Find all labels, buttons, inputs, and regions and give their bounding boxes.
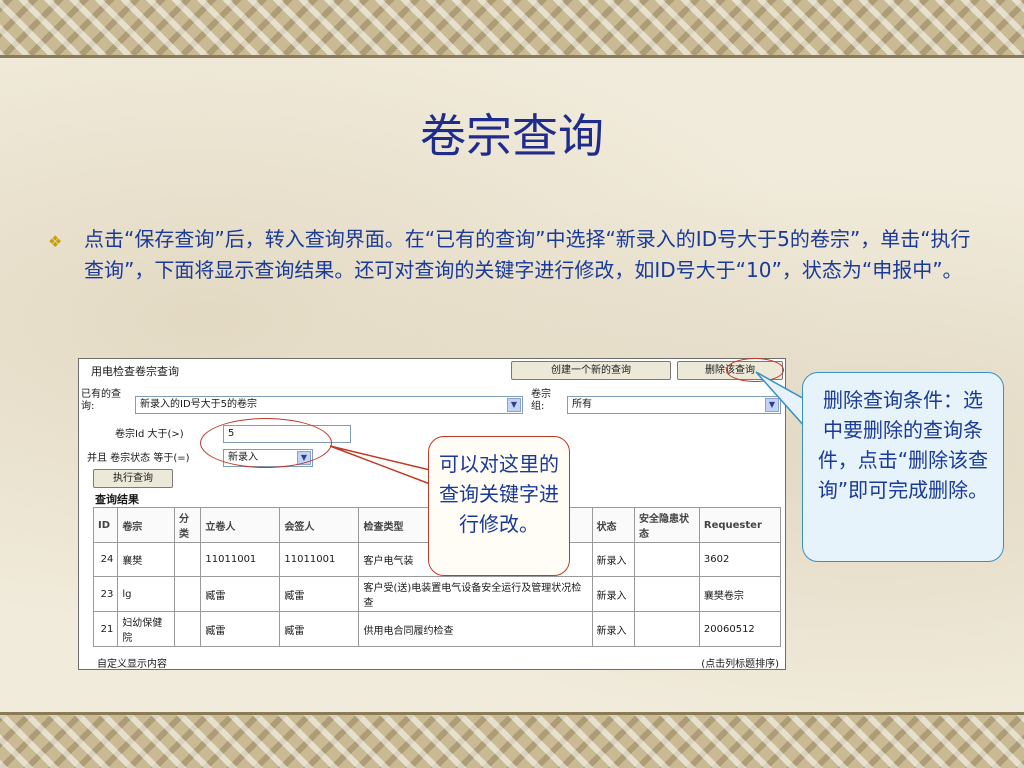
group-value: 所有: [572, 399, 592, 410]
column-header-id[interactable]: ID: [92, 507, 119, 543]
table-row[interactable]: 23 lg 臧雷 臧雷 客户受(送)电装置电气设备安全运行及管理状况检查 新录入…: [92, 576, 782, 612]
existing-query-select[interactable]: 新录入的ID号大于5的卷宗 ▼: [135, 396, 523, 414]
slide-title: 卷宗查询: [420, 109, 604, 163]
id-condition-label: 卷宗Id 大于(>): [115, 429, 184, 440]
existing-query-label: 已有的查询:: [81, 389, 121, 412]
table-row[interactable]: 21 妇幼保健院 臧雷 臧雷 供用电合同履约检查 新录入 20060512: [92, 611, 782, 647]
highlight-ellipse-delete: [726, 358, 784, 382]
cell-status: 新录入: [591, 576, 636, 612]
column-header-status[interactable]: 状态: [591, 507, 636, 543]
top-decorative-border: [0, 0, 1024, 58]
cell-category: [174, 542, 202, 577]
chevron-down-icon[interactable]: ▼: [507, 398, 521, 412]
cell-id: 23: [92, 576, 119, 612]
cell-hazard-status: [634, 611, 700, 647]
group-select[interactable]: 所有 ▼: [567, 396, 781, 414]
cell-requester: 20060512: [698, 611, 782, 647]
results-title: 查询结果: [95, 493, 139, 506]
create-query-button[interactable]: 创建一个新的查询: [511, 361, 671, 380]
bottom-decorative-border: [0, 712, 1024, 768]
cell-check-type: 供用电合同履约检查: [358, 611, 593, 647]
bullet-text: 点击“保存查询”后，转入查询界面。在“已有的查询”中选择“新录入的ID号大于5的…: [84, 227, 971, 282]
group-label: 卷宗组:: [531, 389, 551, 412]
cell-folder: lg: [117, 576, 176, 612]
column-header-requester[interactable]: Requester: [698, 507, 782, 543]
execute-query-button[interactable]: 执行查询: [93, 469, 173, 488]
cell-id: 24: [92, 542, 119, 577]
status-condition-label: 并且 卷宗状态 等于(=): [87, 453, 190, 464]
column-header-hazard-status[interactable]: 安全隐患状态: [634, 507, 700, 543]
column-header-folder[interactable]: 卷宗: [117, 507, 176, 543]
diamond-bullet-icon: ❖: [48, 232, 63, 251]
chevron-down-icon[interactable]: ▼: [765, 398, 779, 412]
cell-requester: 3602: [698, 542, 782, 577]
column-header-creator[interactable]: 立卷人: [200, 507, 281, 543]
cell-requester: 襄樊卷宗: [698, 576, 782, 612]
bullet-paragraph: ❖ 点击“保存查询”后，转入查询界面。在“已有的查询”中选择“新录入的ID号大于…: [48, 224, 988, 286]
cell-id: 21: [92, 611, 119, 647]
cell-signer: 臧雷: [279, 611, 360, 647]
panel-title: 用电检查卷宗查询: [91, 365, 179, 378]
cell-creator: 臧雷: [200, 576, 281, 612]
cell-category: [174, 576, 202, 612]
existing-query-value: 新录入的ID号大于5的卷宗: [140, 399, 258, 410]
cell-creator: 臧雷: [200, 611, 281, 647]
sort-hint: (点击列标题排序): [701, 659, 779, 670]
cell-folder: 襄樊: [117, 542, 176, 577]
cell-status: 新录入: [591, 542, 636, 577]
cell-category: [174, 611, 202, 647]
cell-signer: 臧雷: [279, 576, 360, 612]
cell-hazard-status: [634, 576, 700, 612]
highlight-ellipse-conditions: [200, 418, 332, 468]
cell-hazard-status: [634, 542, 700, 577]
cell-status: 新录入: [591, 611, 636, 647]
cell-creator: 11011001: [200, 542, 281, 577]
cell-folder: 妇幼保健院: [117, 611, 176, 647]
column-header-category[interactable]: 分类: [174, 507, 202, 543]
middle-callout: 可以对这里的查询关键字进行修改。: [428, 436, 570, 576]
column-header-signer[interactable]: 会签人: [279, 507, 360, 543]
custom-display-link[interactable]: 自定义显示内容: [97, 655, 167, 670]
right-callout: 删除查询条件：选中要删除的查询条件，点击“删除该查询”即可完成删除。: [802, 372, 1004, 562]
cell-check-type: 客户受(送)电装置电气设备安全运行及管理状况检查: [358, 576, 593, 612]
cell-signer: 11011001: [279, 542, 360, 577]
